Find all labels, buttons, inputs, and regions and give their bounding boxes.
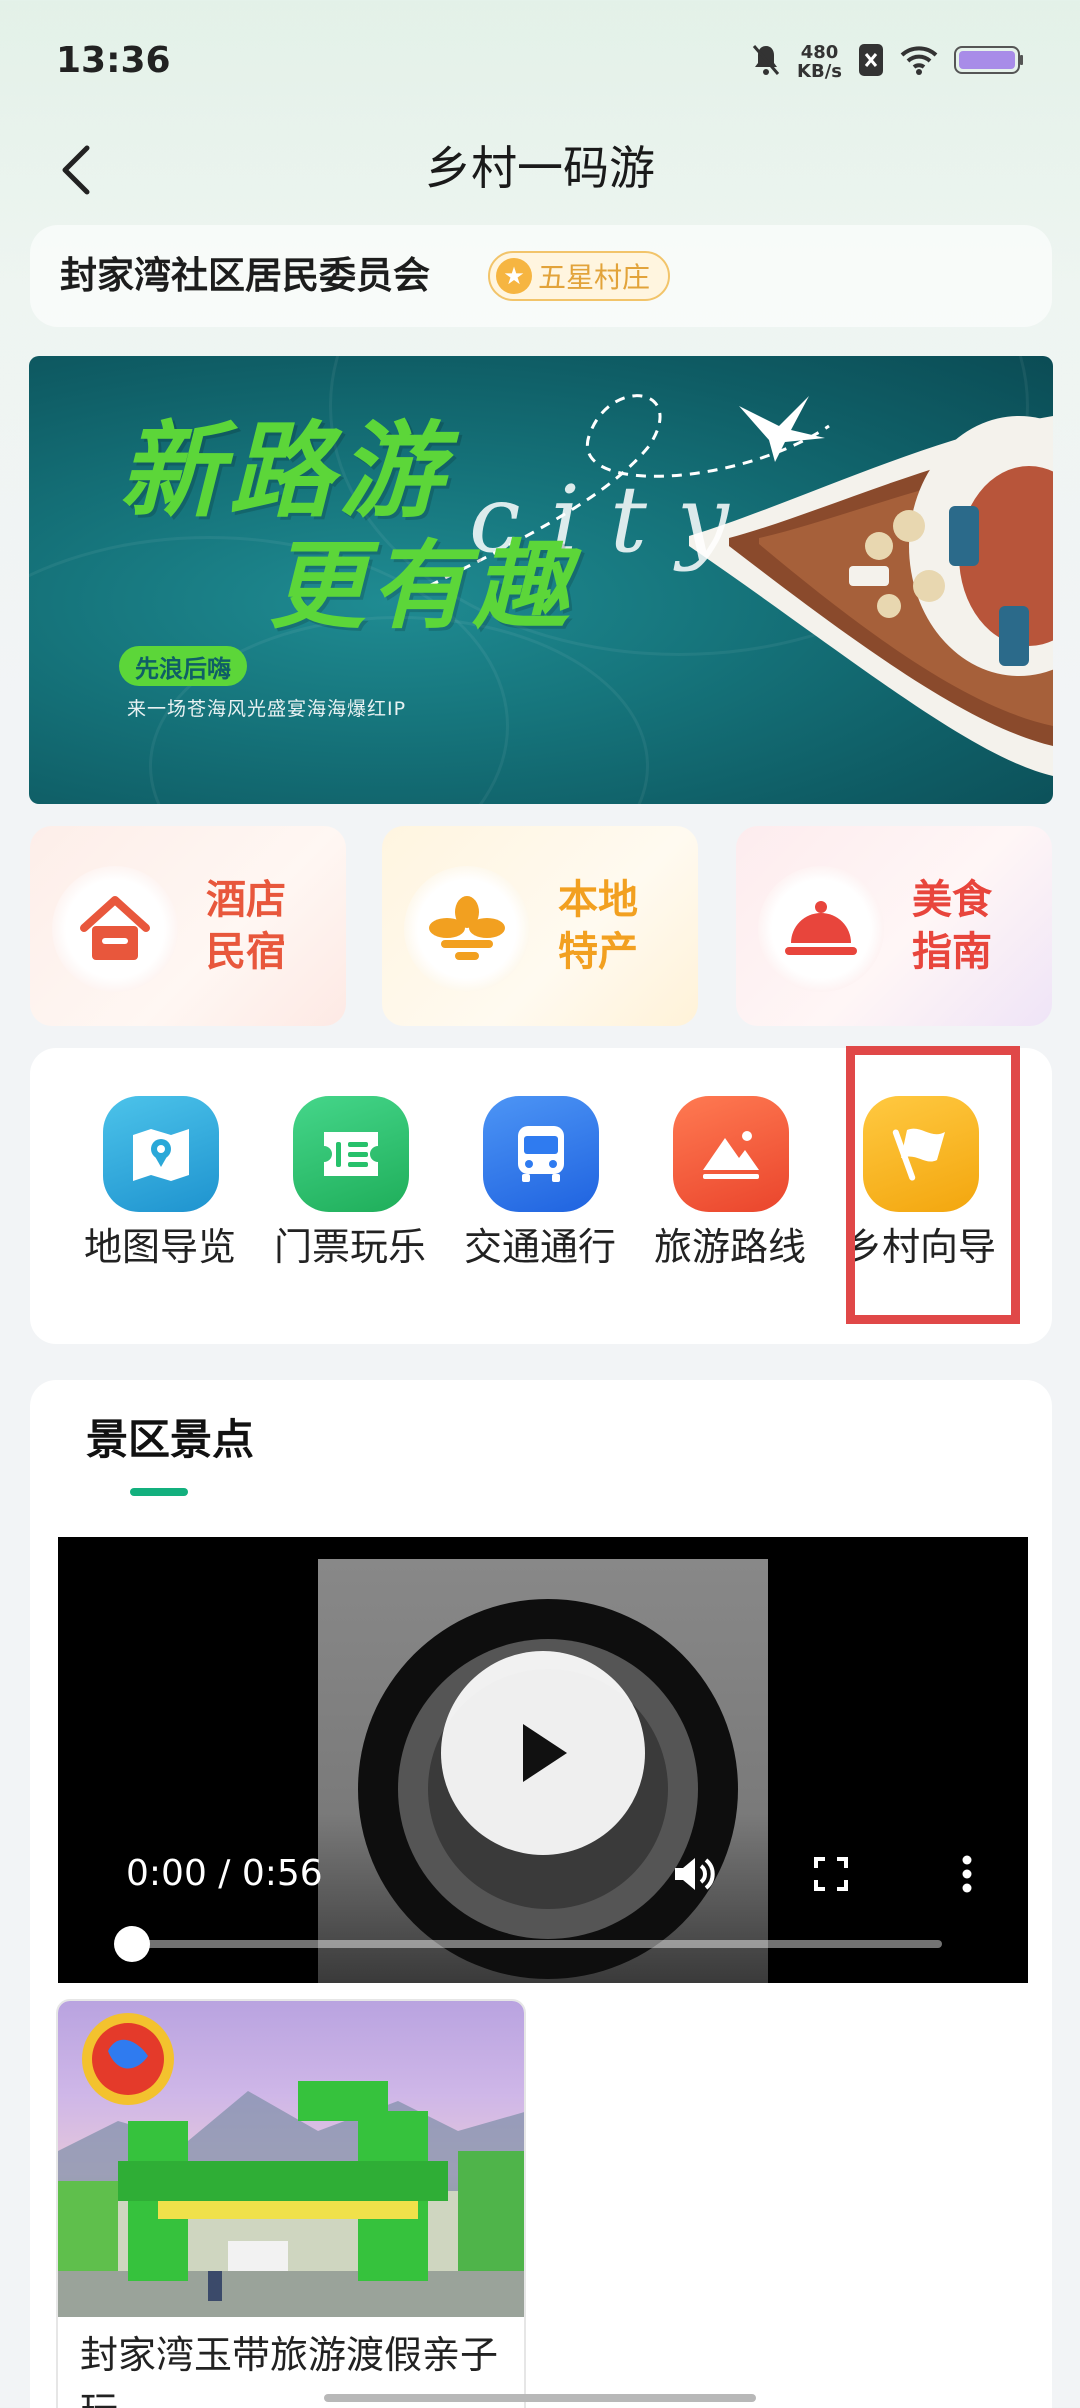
category-label-line1: 酒店 <box>206 877 286 923</box>
scenic-spot-card[interactable]: 封家湾玉带旅游渡假亲子玩 <box>56 1999 526 2408</box>
category-food-guide[interactable]: 美食 指南 <box>736 826 1052 1026</box>
status-bar: 13:36 480 KB/s <box>0 0 1080 120</box>
quick-action-tickets[interactable]: 门票玩乐 <box>260 1096 440 1296</box>
quick-action-label: 地图导览 <box>83 1225 236 1269</box>
status-icons: 480 KB/s <box>751 40 1024 84</box>
quick-action-label: 门票玩乐 <box>273 1225 426 1269</box>
volume-icon <box>675 1858 715 1890</box>
village-card: 封家湾社区居民委员会 ★ 五星村庄 <box>30 225 1052 327</box>
status-time: 13:36 <box>56 40 171 81</box>
mountain-route-icon <box>673 1096 789 1212</box>
category-label-line2: 指南 <box>912 929 992 975</box>
tab-indicator <box>130 1488 188 1496</box>
star-icon: ★ <box>496 258 532 294</box>
category-label-line2: 特产 <box>558 929 638 975</box>
map-icon <box>103 1096 219 1212</box>
mute-bell-icon <box>751 43 781 81</box>
promo-banner[interactable]: city 新路游 更有趣 先浪后嗨 来一场苍海风光盛宴海海爆红IP <box>29 356 1053 804</box>
battery-icon <box>954 45 1024 79</box>
video-time: 0:00 / 0:56 <box>126 1853 323 1894</box>
play-icon <box>523 1724 567 1782</box>
category-label: 酒店 民宿 <box>206 874 286 978</box>
scenic-spot-image <box>58 2001 524 2317</box>
quick-action-map-guide[interactable]: 地图导览 <box>70 1096 250 1296</box>
scenic-spots-section: 景区景点 0:00 / 0:56 封家湾玉带旅游渡假亲子 <box>30 1380 1052 2408</box>
fullscreen-button[interactable] <box>806 1849 856 1899</box>
wifi-icon <box>900 45 938 79</box>
volume-button[interactable] <box>670 1849 720 1899</box>
video-progress-knob[interactable] <box>114 1926 150 1962</box>
flower-icon <box>404 866 530 992</box>
house-icon <box>52 866 178 992</box>
quick-action-travel-routes[interactable]: 旅游路线 <box>640 1096 820 1296</box>
village-name: 封家湾社区居民委员会 <box>60 254 430 297</box>
net-speed-unit: KB/s <box>797 61 842 82</box>
more-options-button[interactable] <box>942 1849 992 1899</box>
net-speed-value: 480 <box>800 42 839 63</box>
quick-action-label: 旅游路线 <box>653 1225 806 1269</box>
video-player[interactable]: 0:00 / 0:56 <box>58 1537 1028 1983</box>
play-button[interactable] <box>441 1651 645 1855</box>
bus-icon <box>483 1096 599 1212</box>
banner-tag: 先浪后嗨 <box>119 646 247 686</box>
sim-x-icon <box>858 43 884 81</box>
home-indicator[interactable] <box>324 2394 756 2402</box>
banner-headline-2: 更有趣 <box>269 529 575 642</box>
scenic-section-title[interactable]: 景区景点 <box>86 1410 254 1470</box>
fullscreen-icon <box>814 1857 848 1891</box>
category-label: 美食 指南 <box>912 874 992 978</box>
category-label: 本地 特产 <box>558 874 638 978</box>
category-hotel-homestay[interactable]: 酒店 民宿 <box>30 826 346 1026</box>
five-star-badge: ★ 五星村庄 <box>488 251 671 301</box>
quick-action-transport[interactable]: 交通通行 <box>450 1096 630 1296</box>
page-title: 乡村一码游 <box>425 141 655 195</box>
category-label-line1: 本地 <box>558 877 638 923</box>
highlight-annotation-box <box>846 1046 1020 1324</box>
ticket-icon <box>293 1096 409 1212</box>
scenic-gate-illustration <box>58 2013 524 2317</box>
five-star-badge-label: 五星村庄 <box>538 261 651 294</box>
more-vertical-icon <box>962 1855 972 1893</box>
category-label-line2: 民宿 <box>206 929 286 975</box>
food-cloche-icon <box>758 866 884 992</box>
category-local-specialty[interactable]: 本地 特产 <box>382 826 698 1026</box>
video-progress-bar[interactable] <box>130 1940 942 1948</box>
banner-subtitle: 来一场苍海风光盛宴海海爆红IP <box>127 698 407 720</box>
quick-action-label: 交通通行 <box>463 1225 616 1269</box>
category-label-line1: 美食 <box>912 877 992 923</box>
net-speed: 480 KB/s <box>797 43 842 81</box>
